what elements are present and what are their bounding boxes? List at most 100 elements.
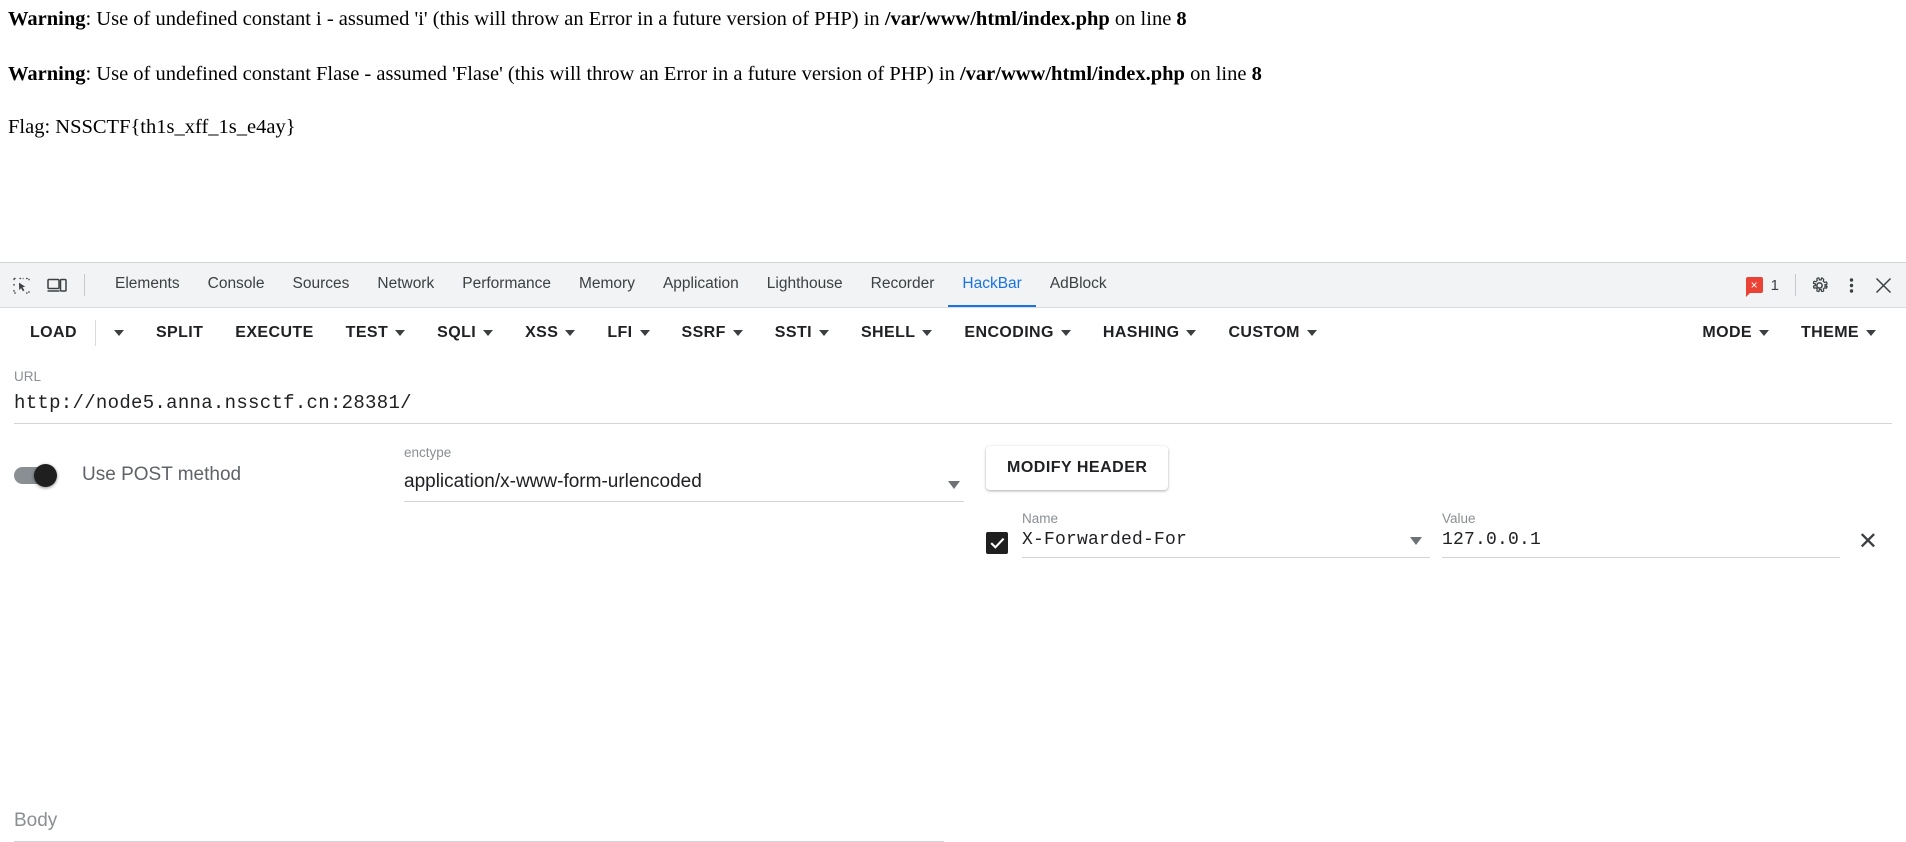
chevron-down-icon	[639, 330, 650, 336]
warning-line-number-2: 8	[1251, 62, 1262, 85]
enctype-select[interactable]: application/x-www-form-urlencoded	[404, 465, 964, 502]
devtools-tabbar-actions: × 1	[1738, 263, 1906, 307]
toggle-knob	[34, 463, 57, 487]
warning-file-2: /var/www/html/index.php	[959, 62, 1185, 85]
hackbar-load-menu-button[interactable]	[98, 322, 140, 344]
hackbar-encoding-label: ENCODING	[964, 324, 1054, 341]
hackbar-shell-label: SHELL	[860, 324, 916, 341]
tab-elements[interactable]: Elements	[101, 263, 194, 307]
hackbar-xss-label: XSS	[525, 324, 559, 341]
warning-line-number-1: 8	[1176, 8, 1187, 30]
tab-hackbar[interactable]: HackBar	[948, 263, 1036, 307]
hackbar-xss-button[interactable]: XSS	[509, 316, 591, 350]
chevron-down-icon	[922, 330, 933, 336]
header-value-label: Value	[1442, 510, 1476, 526]
gear-icon[interactable]	[1804, 270, 1834, 300]
error-icon: ×	[1745, 277, 1763, 297]
tab-elements-label: Elements	[115, 275, 180, 292]
error-count-label: 1	[1770, 276, 1779, 294]
hackbar-shell-button[interactable]: SHELL	[845, 316, 948, 350]
tab-recorder-label: Recorder	[870, 275, 935, 292]
chevron-down-icon	[1060, 330, 1071, 336]
tab-adblock-label: AdBlock	[1049, 275, 1107, 292]
header-enabled-checkbox[interactable]	[986, 532, 1008, 554]
tab-performance-label: Performance	[462, 275, 551, 292]
url-input[interactable]	[14, 383, 1892, 424]
header-name-group: Name	[1022, 510, 1430, 558]
enctype-label: enctype	[404, 444, 452, 460]
tab-console[interactable]: Console	[194, 263, 279, 307]
hackbar-mode-button[interactable]: MODE	[1686, 316, 1785, 350]
tabbar-divider	[84, 274, 85, 296]
hackbar-theme-button[interactable]: THEME	[1785, 316, 1892, 350]
chevron-down-icon	[1306, 330, 1317, 336]
php-warning-line-1: Warning: Use of undefined constant i - a…	[8, 0, 1898, 32]
chevron-down-icon	[1866, 330, 1876, 336]
inspect-element-icon[interactable]	[6, 270, 36, 300]
tab-memory[interactable]: Memory	[565, 263, 649, 307]
hackbar-hashing-button[interactable]: HASHING	[1087, 316, 1213, 350]
hackbar-options-row: Use POST method enctype application/x-ww…	[14, 424, 1892, 558]
tab-adblock[interactable]: AdBlock	[1036, 263, 1121, 307]
tab-memory-label: Memory	[578, 275, 635, 292]
use-post-method-toggle[interactable]	[14, 463, 66, 487]
tab-sources-label: Sources	[292, 275, 350, 292]
hackbar-test-button[interactable]: TEST	[330, 316, 422, 350]
warning-label-2: Warning	[8, 62, 86, 85]
hackbar-toolbar: LOAD SPLIT EXECUTE TEST SQLI XSS LFI SSR…	[0, 308, 1906, 358]
header-value-group: Value	[1430, 510, 1840, 558]
hackbar-split-button[interactable]: SPLIT	[140, 316, 219, 350]
warning-file-1: /var/www/html/index.php	[884, 8, 1110, 30]
url-field-group: URL	[14, 358, 1892, 424]
tab-recorder[interactable]: Recorder	[857, 263, 949, 307]
tab-sources[interactable]: Sources	[279, 263, 364, 307]
enctype-group: enctype application/x-www-form-urlencode…	[404, 444, 976, 502]
chevron-down-icon	[818, 330, 829, 336]
chevron-down-icon	[483, 330, 494, 336]
hackbar-mode-label: MODE	[1702, 324, 1752, 341]
hackbar-hashing-label: HASHING	[1102, 324, 1180, 341]
hackbar-custom-button[interactable]: CUSTOM	[1212, 316, 1332, 350]
hackbar-ssrf-button[interactable]: SSRF	[666, 316, 759, 350]
hackbar-lfi-button[interactable]: LFI	[591, 316, 665, 350]
header-name-wrapper	[1022, 525, 1430, 558]
warning-line-text-2: on line	[1184, 62, 1252, 85]
device-toolbar-icon[interactable]	[42, 270, 72, 300]
close-icon[interactable]	[1868, 270, 1898, 300]
header-row: Name Value ✕	[986, 490, 1892, 558]
modify-header-button[interactable]: MODIFY HEADER	[986, 445, 1169, 490]
hackbar-execute-button[interactable]: EXECUTE	[219, 316, 329, 350]
devtools-tab-list: Elements Console Sources Network Perform…	[101, 263, 1121, 307]
remove-header-button[interactable]: ✕	[1840, 530, 1892, 558]
chevron-down-icon	[1759, 330, 1769, 336]
tab-console-label: Console	[207, 275, 265, 292]
hackbar-load-label: LOAD	[30, 324, 77, 341]
hackbar-ssrf-label: SSRF	[681, 324, 726, 341]
hackbar-load-button[interactable]: LOAD	[14, 316, 93, 350]
chevron-down-icon[interactable]	[1410, 537, 1422, 545]
hackbar-sqli-button[interactable]: SQLI	[421, 316, 509, 350]
tab-lighthouse[interactable]: Lighthouse	[753, 263, 857, 307]
header-name-label: Name	[1022, 510, 1059, 526]
actions-divider	[1795, 274, 1796, 296]
flag-text: Flag: NSSCTF{th1s_xff_1s_e4ay}	[8, 116, 296, 139]
hackbar-execute-label: EXECUTE	[235, 324, 314, 341]
body-input[interactable]: Body	[14, 810, 944, 842]
kebab-menu-icon[interactable]	[1836, 270, 1866, 300]
header-name-input[interactable]	[1022, 525, 1430, 558]
body-field-group: Body	[14, 810, 944, 842]
tab-network[interactable]: Network	[363, 263, 448, 307]
hackbar-encoding-button[interactable]: ENCODING	[948, 316, 1086, 350]
tab-performance[interactable]: Performance	[448, 263, 565, 307]
chevron-down-icon	[565, 330, 576, 336]
warning-label-1: Warning	[8, 8, 86, 30]
error-count-badge[interactable]: × 1	[1738, 263, 1787, 307]
hackbar-theme-label: THEME	[1801, 324, 1859, 341]
hackbar-custom-label: CUSTOM	[1228, 324, 1300, 341]
header-value-input[interactable]	[1442, 525, 1840, 558]
tab-hackbar-label: HackBar	[962, 275, 1022, 292]
post-method-group: Use POST method	[14, 446, 404, 487]
hackbar-ssti-button[interactable]: SSTI	[759, 316, 845, 350]
chevron-down-icon	[395, 330, 406, 336]
tab-application[interactable]: Application	[649, 263, 753, 307]
